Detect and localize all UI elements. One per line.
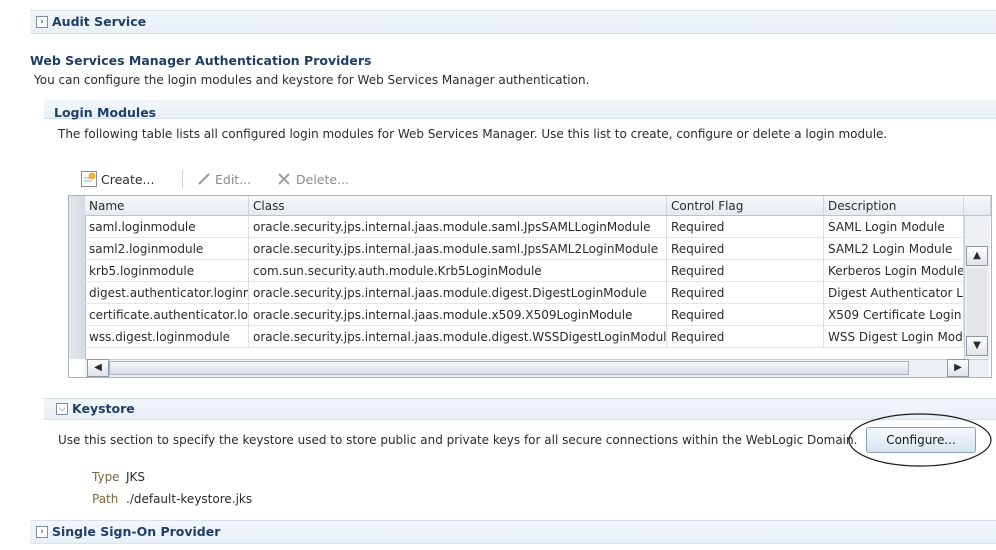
delete-x-icon <box>277 172 291 189</box>
horizontal-scroll-thumb[interactable] <box>109 361 909 375</box>
highlight-circle <box>848 413 992 467</box>
scroll-left-icon[interactable]: ◀ <box>87 359 109 377</box>
column-header-description[interactable]: Description <box>824 196 964 216</box>
horizontal-scrollbar[interactable]: ◀ ▶ <box>85 359 989 377</box>
cell-description: Kerberos Login Module <box>824 260 964 282</box>
login-modules-title: Login Modules <box>54 105 157 120</box>
scroll-down-icon[interactable]: ▼ <box>966 336 988 356</box>
keystore-description: Use this section to specify the keystore… <box>58 433 858 447</box>
cell-description: SAML2 Login Module <box>824 238 964 260</box>
cell-name: digest.authenticator.loginmodule <box>85 282 249 304</box>
wsm-description: You can configure the login modules and … <box>34 73 590 87</box>
cell-description: WSS Digest Login Module <box>824 326 964 348</box>
vertical-scroll-track[interactable] <box>967 268 987 336</box>
sso-title: Single Sign-On Provider <box>52 524 221 539</box>
vertical-scrollbar[interactable]: ▲ ▼ <box>964 216 990 359</box>
cell-class: oracle.security.jps.internal.jaas.module… <box>249 282 667 304</box>
cell-class: oracle.security.jps.internal.jaas.module… <box>249 326 667 348</box>
chevron-right-icon[interactable]: › <box>36 16 48 28</box>
audit-service-title: Audit Service <box>52 14 147 29</box>
cell-control-flag: Required <box>667 238 824 260</box>
audit-service-header[interactable]: › Audit Service <box>30 10 996 34</box>
cell-name: saml.loginmodule <box>85 216 249 238</box>
column-header-filler <box>964 196 991 216</box>
toolbar-separator <box>182 170 183 188</box>
keystore-path-value: ./default-keystore.jks <box>126 492 253 506</box>
cell-control-flag: Required <box>667 260 824 282</box>
cell-description: Digest Authenticator Login Module <box>824 282 964 304</box>
column-header-class[interactable]: Class <box>249 196 667 216</box>
cell-description: X509 Certificate Login Module <box>824 304 964 326</box>
keystore-path-label: Path <box>92 492 119 506</box>
cell-class: com.sun.security.auth.module.Krb5LoginMo… <box>249 260 667 282</box>
sso-header[interactable]: › Single Sign-On Provider <box>30 520 996 544</box>
scroll-right-icon[interactable]: ▶ <box>947 359 969 377</box>
column-header-name[interactable]: Name <box>85 196 249 216</box>
wsm-title: Web Services Manager Authentication Prov… <box>30 53 372 68</box>
cell-control-flag: Required <box>667 304 824 326</box>
scroll-up-icon[interactable]: ▲ <box>966 246 988 266</box>
cell-control-flag: Required <box>667 216 824 238</box>
chevron-right-icon[interactable]: › <box>36 526 48 538</box>
cell-control-flag: Required <box>667 282 824 304</box>
cell-class: oracle.security.jps.internal.jaas.module… <box>249 216 667 238</box>
login-modules-description: The following table lists all configured… <box>58 127 888 141</box>
row-selector-column <box>69 196 86 359</box>
login-modules-bar <box>44 100 996 119</box>
keystore-type-label: Type <box>92 470 120 484</box>
create-button[interactable]: Create... <box>101 172 154 187</box>
create-icon <box>81 171 97 187</box>
edit-button[interactable]: Edit... <box>215 172 251 187</box>
pencil-icon <box>197 172 211 189</box>
cell-class: oracle.security.jps.internal.jaas.module… <box>249 238 667 260</box>
keystore-type-value: JKS <box>126 470 146 484</box>
cell-name: certificate.authenticator.loginmodule <box>85 304 249 326</box>
chevron-down-icon[interactable]: ⌵ <box>56 403 68 415</box>
keystore-title: Keystore <box>72 401 135 416</box>
column-header-control-flag[interactable]: Control Flag <box>667 196 824 216</box>
cell-name: saml2.loginmodule <box>85 238 249 260</box>
cell-name: wss.digest.loginmodule <box>85 326 249 348</box>
cell-name: krb5.loginmodule <box>85 260 249 282</box>
cell-description: SAML Login Module <box>824 216 964 238</box>
cell-control-flag: Required <box>667 326 824 348</box>
delete-button[interactable]: Delete... <box>296 172 349 187</box>
login-modules-table: Name Class Control Flag Description saml… <box>68 195 992 378</box>
cell-class: oracle.security.jps.internal.jaas.module… <box>249 304 667 326</box>
